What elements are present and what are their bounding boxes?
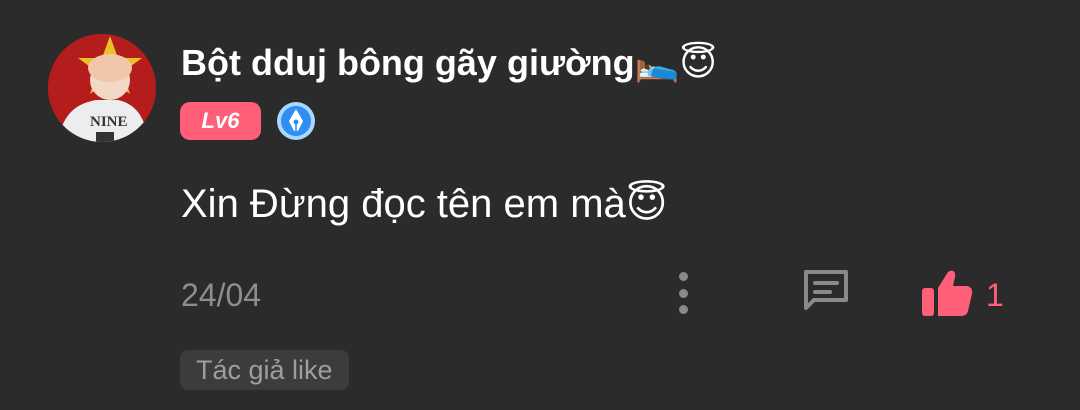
username-text: Bột dduj bông gãy giường (181, 42, 635, 83)
username-emojis: 🛌😇 (634, 43, 717, 84)
comment-emoji: 😇 (625, 181, 668, 227)
comment-date: 24/04 (181, 277, 262, 313)
avatar-shirt-text: NINE (90, 114, 128, 130)
level-badge: Lv6 (180, 102, 261, 140)
like-count: 1 (986, 277, 1004, 313)
pen-nib-badge-icon (276, 101, 316, 141)
more-dot (678, 288, 688, 298)
author-liked-badge: Tác giả like (180, 350, 349, 390)
comment-body: Xin Đừng đọc tên em mà😇 (181, 176, 667, 232)
comment-username[interactable]: Bột dduj bông gãy giường🛌😇 (181, 38, 717, 89)
more-dot (678, 305, 688, 314)
comment-icon[interactable] (800, 266, 852, 314)
more-dot (678, 272, 688, 281)
more-vertical-icon[interactable] (668, 270, 698, 316)
user-avatar[interactable]: NINE (48, 34, 156, 142)
comment-text: Xin Đừng đọc tên em mà (181, 182, 626, 226)
thumbs-up-icon[interactable] (918, 268, 974, 318)
